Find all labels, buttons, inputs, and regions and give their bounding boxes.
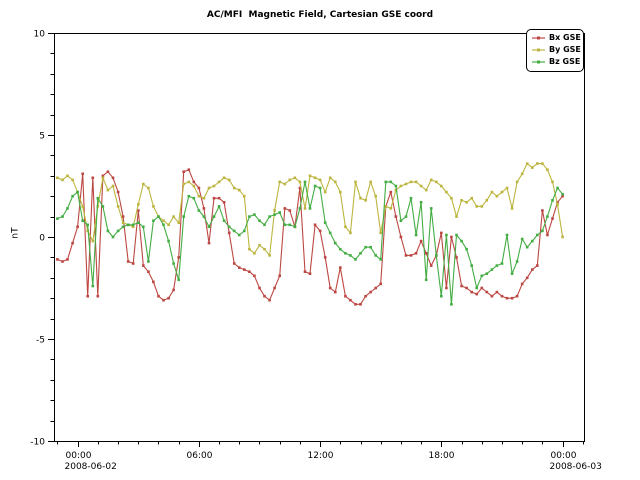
magnetic-field-chart: AC/MFI Magnetic Field, Cartesian GSE coo… <box>0 0 640 480</box>
plot-area: -10-5051000:002008-06-0206:0012:0018:000… <box>0 0 640 480</box>
svg-text:00:00: 00:00 <box>66 451 92 461</box>
legend-label: Bx GSE <box>549 32 581 44</box>
legend-item-bx: Bx GSE <box>531 32 579 44</box>
legend: Bx GSE By GSE Bz GSE <box>526 29 584 72</box>
legend-label: Bz GSE <box>549 56 580 68</box>
legend-item-bz: Bz GSE <box>531 56 579 68</box>
svg-text:06:00: 06:00 <box>187 451 213 461</box>
svg-text:-10: -10 <box>30 438 45 448</box>
legend-swatch-line-icon <box>531 46 546 54</box>
svg-text:12:00: 12:00 <box>308 451 334 461</box>
legend-swatch-line-icon <box>531 58 546 66</box>
legend-swatch-line-icon <box>531 34 546 42</box>
svg-text:10: 10 <box>34 30 46 40</box>
svg-text:18:00: 18:00 <box>429 451 455 461</box>
svg-text:2008-06-03: 2008-06-03 <box>550 462 602 472</box>
svg-text:-5: -5 <box>36 336 45 346</box>
svg-text:5: 5 <box>39 132 45 142</box>
svg-text:2008-06-02: 2008-06-02 <box>65 462 117 472</box>
svg-text:00:00: 00:00 <box>551 451 577 461</box>
y-axis-label: nT <box>11 227 21 238</box>
svg-text:0: 0 <box>39 234 45 244</box>
legend-item-by: By GSE <box>531 44 579 56</box>
legend-label: By GSE <box>549 44 581 56</box>
